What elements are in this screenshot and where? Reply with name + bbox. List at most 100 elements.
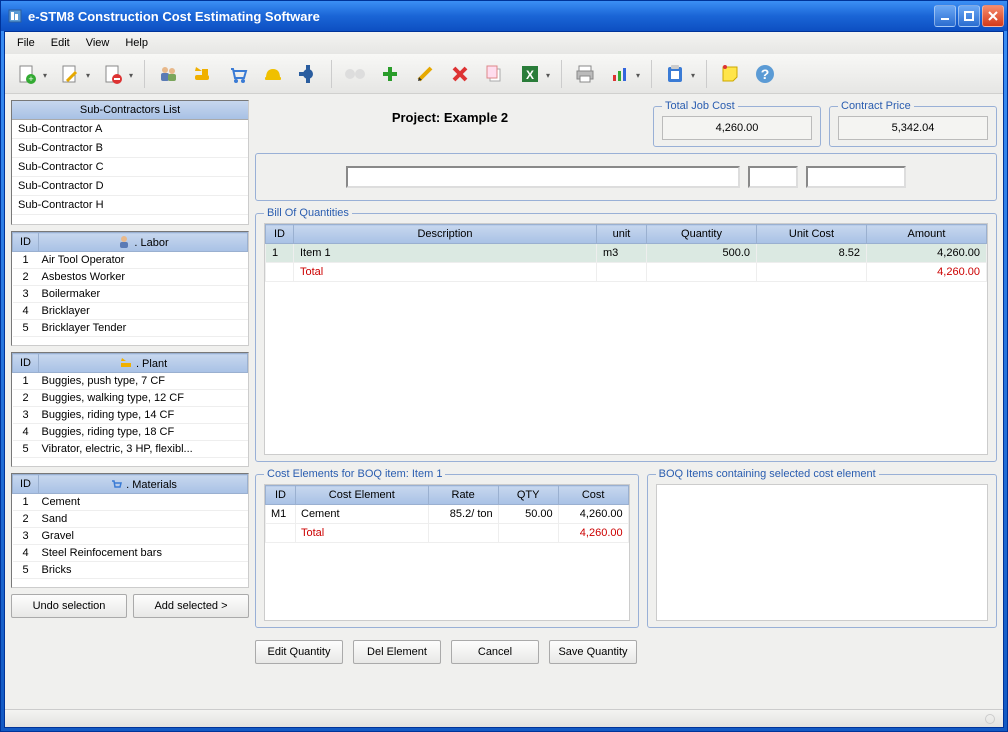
main-content: Project: Example 2 Total Job Cost 4,260.… bbox=[255, 100, 997, 703]
boq-col-qty[interactable]: Quantity bbox=[647, 225, 757, 244]
print-icon[interactable] bbox=[569, 58, 601, 90]
ce-col-id[interactable]: ID bbox=[266, 486, 296, 505]
table-row[interactable]: 5Vibrator, electric, 3 HP, flexibl... bbox=[13, 441, 248, 458]
boq-col-desc[interactable]: Description bbox=[294, 225, 597, 244]
table-row[interactable]: 1 Item 1 m3 500.0 8.52 4,260.00 bbox=[266, 244, 987, 263]
boq-col-unit[interactable]: unit bbox=[597, 225, 647, 244]
col-id[interactable]: ID bbox=[13, 475, 39, 494]
close-button[interactable] bbox=[982, 5, 1004, 27]
total-job-cost-value: 4,260.00 bbox=[662, 116, 812, 140]
list-item[interactable]: Sub-Contractor B bbox=[12, 139, 248, 158]
quantity-input[interactable] bbox=[806, 166, 906, 188]
table-row[interactable]: 1Air Tool Operator bbox=[13, 252, 248, 269]
svg-text:X: X bbox=[526, 68, 534, 82]
excavator-icon[interactable] bbox=[187, 58, 219, 90]
materials-header[interactable]: . Materials bbox=[39, 475, 248, 494]
boq-items-containing-panel: BOQ Items containing selected cost eleme… bbox=[647, 468, 997, 628]
sidebar: Sub-Contractors List Sub-Contractor A Su… bbox=[11, 100, 249, 703]
del-element-button[interactable]: Del Element bbox=[353, 640, 441, 664]
contract-price-value: 5,342.04 bbox=[838, 116, 988, 140]
plant-panel: ID . Plant 1Buggies, push type, 7 CF 2Bu… bbox=[11, 352, 249, 467]
boq-total-row: Total 4,260.00 bbox=[266, 263, 987, 282]
table-row[interactable]: 4Bricklayer bbox=[13, 303, 248, 320]
contract-price-box: Contract Price 5,342.04 bbox=[829, 100, 997, 147]
labor-header[interactable]: . Labor bbox=[39, 233, 248, 252]
excel-icon[interactable]: X bbox=[514, 58, 554, 90]
boq-col-amount[interactable]: Amount bbox=[867, 225, 987, 244]
delete-x-icon[interactable] bbox=[444, 58, 476, 90]
disabled-dots-icon bbox=[339, 58, 371, 90]
copies-icon[interactable] bbox=[479, 58, 511, 90]
table-row[interactable]: 4Buggies, riding type, 18 CF bbox=[13, 424, 248, 441]
toolbar: + X ? bbox=[5, 54, 1003, 94]
help-icon[interactable]: ? bbox=[749, 58, 781, 90]
unit-input[interactable] bbox=[748, 166, 798, 188]
total-job-cost-box: Total Job Cost 4,260.00 bbox=[653, 100, 821, 147]
table-row[interactable]: 2Asbestos Worker bbox=[13, 269, 248, 286]
undo-selection-button[interactable]: Undo selection bbox=[11, 594, 127, 618]
boq-panel: Bill Of Quantities ID Description unit Q… bbox=[255, 207, 997, 462]
ce-total-row: Total 4,260.00 bbox=[266, 524, 629, 543]
col-id[interactable]: ID bbox=[13, 354, 39, 373]
description-input[interactable] bbox=[346, 166, 740, 188]
plumbing-icon[interactable] bbox=[292, 58, 324, 90]
ce-col-cost[interactable]: Cost bbox=[558, 486, 628, 505]
table-row[interactable]: 1Cement bbox=[13, 494, 248, 511]
plant-header[interactable]: . Plant bbox=[39, 354, 248, 373]
titlebar[interactable]: e-STM8 Construction Cost Estimating Soft… bbox=[1, 1, 1007, 31]
cart-icon[interactable] bbox=[222, 58, 254, 90]
paste-icon[interactable] bbox=[659, 58, 699, 90]
ce-col-rate[interactable]: Rate bbox=[428, 486, 498, 505]
document-edit-icon[interactable] bbox=[54, 58, 94, 90]
cost-elements-panel: Cost Elements for BOQ item: Item 1 ID Co… bbox=[255, 468, 639, 628]
hardhat-icon[interactable] bbox=[257, 58, 289, 90]
table-row[interactable]: 3Boilermaker bbox=[13, 286, 248, 303]
pencil-icon[interactable] bbox=[409, 58, 441, 90]
boq-col-ucost[interactable]: Unit Cost bbox=[757, 225, 867, 244]
list-item[interactable]: Sub-Contractor D bbox=[12, 177, 248, 196]
menu-view[interactable]: View bbox=[78, 34, 118, 52]
boq-col-id[interactable]: ID bbox=[266, 225, 294, 244]
svg-text:?: ? bbox=[761, 66, 770, 82]
menu-edit[interactable]: Edit bbox=[43, 34, 78, 52]
edit-quantity-button[interactable]: Edit Quantity bbox=[255, 640, 343, 664]
project-label: Project: Example 2 bbox=[255, 100, 645, 133]
svg-text:+: + bbox=[28, 74, 33, 84]
people-icon[interactable] bbox=[152, 58, 184, 90]
list-item[interactable]: Sub-Contractor C bbox=[12, 158, 248, 177]
boq-items-containing-list bbox=[656, 484, 988, 621]
menubar: File Edit View Help bbox=[5, 32, 1003, 54]
input-bar bbox=[255, 153, 997, 201]
table-row[interactable]: 3Buggies, riding type, 14 CF bbox=[13, 407, 248, 424]
list-item[interactable]: Sub-Contractor H bbox=[12, 196, 248, 215]
cancel-button[interactable]: Cancel bbox=[451, 640, 539, 664]
chart-icon[interactable] bbox=[604, 58, 644, 90]
table-row[interactable]: 1Buggies, push type, 7 CF bbox=[13, 373, 248, 390]
table-row[interactable]: 2Sand bbox=[13, 511, 248, 528]
list-item[interactable]: Sub-Contractor A bbox=[12, 120, 248, 139]
note-icon[interactable] bbox=[714, 58, 746, 90]
maximize-button[interactable] bbox=[958, 5, 980, 27]
table-row[interactable]: 5Bricklayer Tender bbox=[13, 320, 248, 337]
ce-col-el[interactable]: Cost Element bbox=[296, 486, 429, 505]
table-row[interactable]: M1 Cement 85.2/ ton 50.00 4,260.00 bbox=[266, 505, 629, 524]
menu-file[interactable]: File bbox=[9, 34, 43, 52]
document-add-icon[interactable]: + bbox=[11, 58, 51, 90]
materials-panel: ID . Materials 1Cement 2Sand 3Gravel 4St… bbox=[11, 473, 249, 588]
add-icon[interactable] bbox=[374, 58, 406, 90]
minimize-button[interactable] bbox=[934, 5, 956, 27]
table-row[interactable]: 4Steel Reinfocement bars bbox=[13, 545, 248, 562]
table-row[interactable]: 3Gravel bbox=[13, 528, 248, 545]
table-row[interactable]: 2Buggies, walking type, 12 CF bbox=[13, 390, 248, 407]
menu-help[interactable]: Help bbox=[117, 34, 156, 52]
window-title: e-STM8 Construction Cost Estimating Soft… bbox=[28, 9, 934, 24]
app-icon bbox=[7, 8, 23, 24]
col-id[interactable]: ID bbox=[13, 233, 39, 252]
save-quantity-button[interactable]: Save Quantity bbox=[549, 640, 637, 664]
resize-grip-icon bbox=[985, 714, 995, 724]
labor-panel: ID . Labor 1Air Tool Operator 2Asbestos … bbox=[11, 231, 249, 346]
ce-col-qty[interactable]: QTY bbox=[498, 486, 558, 505]
document-remove-icon[interactable] bbox=[97, 58, 137, 90]
add-selected-button[interactable]: Add selected > bbox=[133, 594, 249, 618]
table-row[interactable]: 5Bricks bbox=[13, 562, 248, 579]
